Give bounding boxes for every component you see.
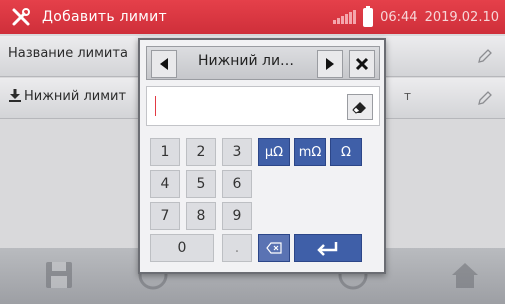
pencil-icon <box>478 91 492 105</box>
key-3[interactable]: 3 <box>222 138 252 166</box>
key-1[interactable]: 1 <box>150 138 180 166</box>
key-2[interactable]: 2 <box>186 138 216 166</box>
lower-limit-value: т <box>404 89 411 103</box>
key-7[interactable]: 7 <box>150 202 180 230</box>
lower-limit-label-wrap: Нижний лимит <box>8 88 126 104</box>
key-6[interactable]: 6 <box>222 170 252 198</box>
next-field-button[interactable] <box>317 50 343 78</box>
battery-icon <box>363 5 374 27</box>
enter-icon <box>317 242 338 256</box>
unit-ohm-key[interactable]: Ω <box>330 138 362 166</box>
save-icon[interactable] <box>42 258 76 292</box>
text-cursor <box>155 96 156 116</box>
close-icon <box>355 57 369 71</box>
download-arrow-icon <box>9 89 21 102</box>
backspace-icon <box>266 242 282 254</box>
enter-key[interactable] <box>294 234 362 262</box>
dialog-title: Нижний ли… <box>197 53 295 69</box>
clock-time: 06:44 <box>380 9 418 25</box>
screen: Добавить лимит 06:44 2019.02.10 Название… <box>0 0 505 304</box>
dialog-header: Нижний ли… <box>146 46 380 80</box>
prev-field-button[interactable] <box>151 50 177 78</box>
key-decimal-point[interactable]: . <box>222 234 252 262</box>
lower-limit-label: Нижний лимит <box>24 89 127 104</box>
arrow-left-icon <box>160 58 168 70</box>
key-0[interactable]: 0 <box>150 234 214 262</box>
eraser-icon <box>352 102 366 114</box>
limit-name-label: Название лимита <box>8 46 128 61</box>
key-9[interactable]: 9 <box>222 202 252 230</box>
signal-icon <box>333 10 357 24</box>
backspace-key[interactable] <box>258 234 290 262</box>
pencil-icon <box>478 49 492 63</box>
unit-micro-ohm-key[interactable]: μΩ <box>258 138 290 166</box>
clear-button[interactable] <box>347 94 373 120</box>
value-input[interactable] <box>146 86 380 126</box>
arrow-right-icon <box>326 58 334 70</box>
key-8[interactable]: 8 <box>186 202 216 230</box>
clock-date: 2019.02.10 <box>424 9 499 25</box>
unit-milli-ohm-key[interactable]: mΩ <box>294 138 326 166</box>
status-bar: Добавить лимит 06:44 2019.02.10 <box>0 0 505 34</box>
tools-icon <box>10 6 32 28</box>
close-button[interactable] <box>349 50 375 78</box>
keypad-dialog: Нижний ли… 1 2 3 μΩ mΩ Ω 4 5 6 7 8 9 0 . <box>138 38 386 274</box>
key-4[interactable]: 4 <box>150 170 180 198</box>
key-5[interactable]: 5 <box>186 170 216 198</box>
home-icon[interactable] <box>448 258 482 292</box>
screen-title: Добавить лимит <box>42 9 167 25</box>
